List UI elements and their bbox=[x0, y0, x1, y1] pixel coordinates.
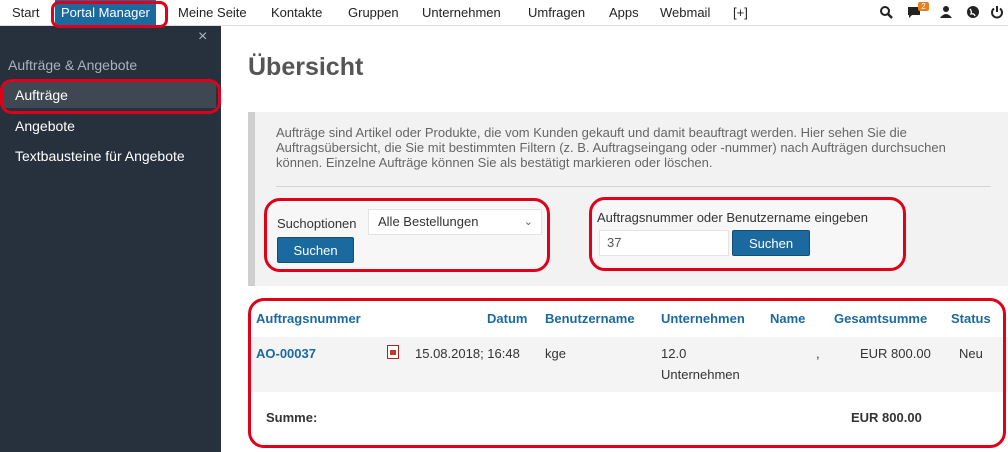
column-header-status[interactable]: Status bbox=[951, 311, 991, 326]
search-options-select[interactable]: Alle Bestellungen ⌄ bbox=[368, 209, 542, 235]
close-icon[interactable]: × bbox=[198, 28, 207, 46]
column-header-datum[interactable]: Datum bbox=[487, 311, 527, 326]
column-header-unternehmen[interactable]: Unternehmen bbox=[661, 311, 745, 326]
chat-badge: 2 bbox=[918, 2, 929, 11]
order-company-line1: 12.0 bbox=[661, 346, 687, 361]
nav-unternehmen[interactable]: Unternehmen bbox=[422, 0, 501, 25]
top-navigation: Start Portal Manager Meine Seite Kontakt… bbox=[0, 0, 1008, 26]
nav-meine-seite[interactable]: Meine Seite bbox=[178, 0, 247, 25]
sum-label: Summe: bbox=[266, 410, 318, 425]
column-header-name[interactable]: Name bbox=[770, 311, 805, 326]
sidebar-title: Aufträge & Angebote bbox=[8, 57, 138, 73]
order-number-input[interactable]: 37 bbox=[599, 230, 729, 256]
nav-start[interactable]: Start bbox=[12, 0, 39, 25]
order-number-link[interactable]: AO-00037 bbox=[256, 343, 316, 364]
search-options-value: Alle Bestellungen bbox=[378, 214, 479, 229]
search-icon[interactable] bbox=[879, 5, 893, 19]
order-user: kge bbox=[545, 346, 566, 361]
pdf-icon[interactable] bbox=[387, 345, 399, 359]
order-total: EUR 800.00 bbox=[860, 346, 931, 361]
chevron-down-icon: ⌄ bbox=[523, 216, 533, 228]
sidebar-item-textbausteine[interactable]: Textbausteine für Angebote bbox=[15, 148, 185, 164]
nav-gruppen[interactable]: Gruppen bbox=[348, 0, 399, 25]
sidebar-item-angebote[interactable]: Angebote bbox=[15, 118, 75, 134]
order-status: Neu bbox=[959, 346, 983, 361]
nav-webmail[interactable]: Webmail bbox=[660, 0, 710, 25]
number-search-label: Auftragsnummer oder Benutzername eingebe… bbox=[597, 210, 868, 225]
user-icon[interactable] bbox=[939, 5, 953, 19]
power-icon[interactable] bbox=[990, 5, 1004, 19]
divider bbox=[276, 186, 991, 187]
nav-portal-manager[interactable]: Portal Manager bbox=[55, 0, 156, 25]
sum-value: EUR 800.00 bbox=[851, 410, 922, 425]
nav-apps[interactable]: Apps bbox=[609, 0, 639, 25]
order-company-line2: Unternehmen bbox=[661, 367, 740, 382]
order-name: , bbox=[816, 346, 820, 361]
search-button[interactable]: Suchen bbox=[277, 237, 354, 263]
column-header-benutzername[interactable]: Benutzername bbox=[545, 311, 635, 326]
nav-add[interactable]: [+] bbox=[733, 0, 748, 25]
page-title: Übersicht bbox=[248, 53, 364, 81]
search-options-label: Suchoptionen bbox=[277, 216, 357, 231]
sidebar: × Aufträge & Angebote Aufträge Angebote … bbox=[0, 26, 221, 452]
number-search-button[interactable]: Suchen bbox=[732, 230, 810, 256]
column-header-auftragsnummer[interactable]: Auftragsnummer bbox=[256, 311, 361, 326]
globe-icon[interactable] bbox=[966, 5, 980, 19]
info-text: Aufträge sind Artikel oder Produkte, die… bbox=[276, 125, 946, 170]
order-date: 15.08.2018; 16:48 bbox=[415, 346, 520, 361]
sidebar-item-auftraege[interactable]: Aufträge bbox=[3, 82, 216, 108]
nav-kontakte[interactable]: Kontakte bbox=[271, 0, 322, 25]
column-header-gesamtsumme[interactable]: Gesamtsumme bbox=[834, 311, 927, 326]
nav-umfragen[interactable]: Umfragen bbox=[528, 0, 585, 25]
